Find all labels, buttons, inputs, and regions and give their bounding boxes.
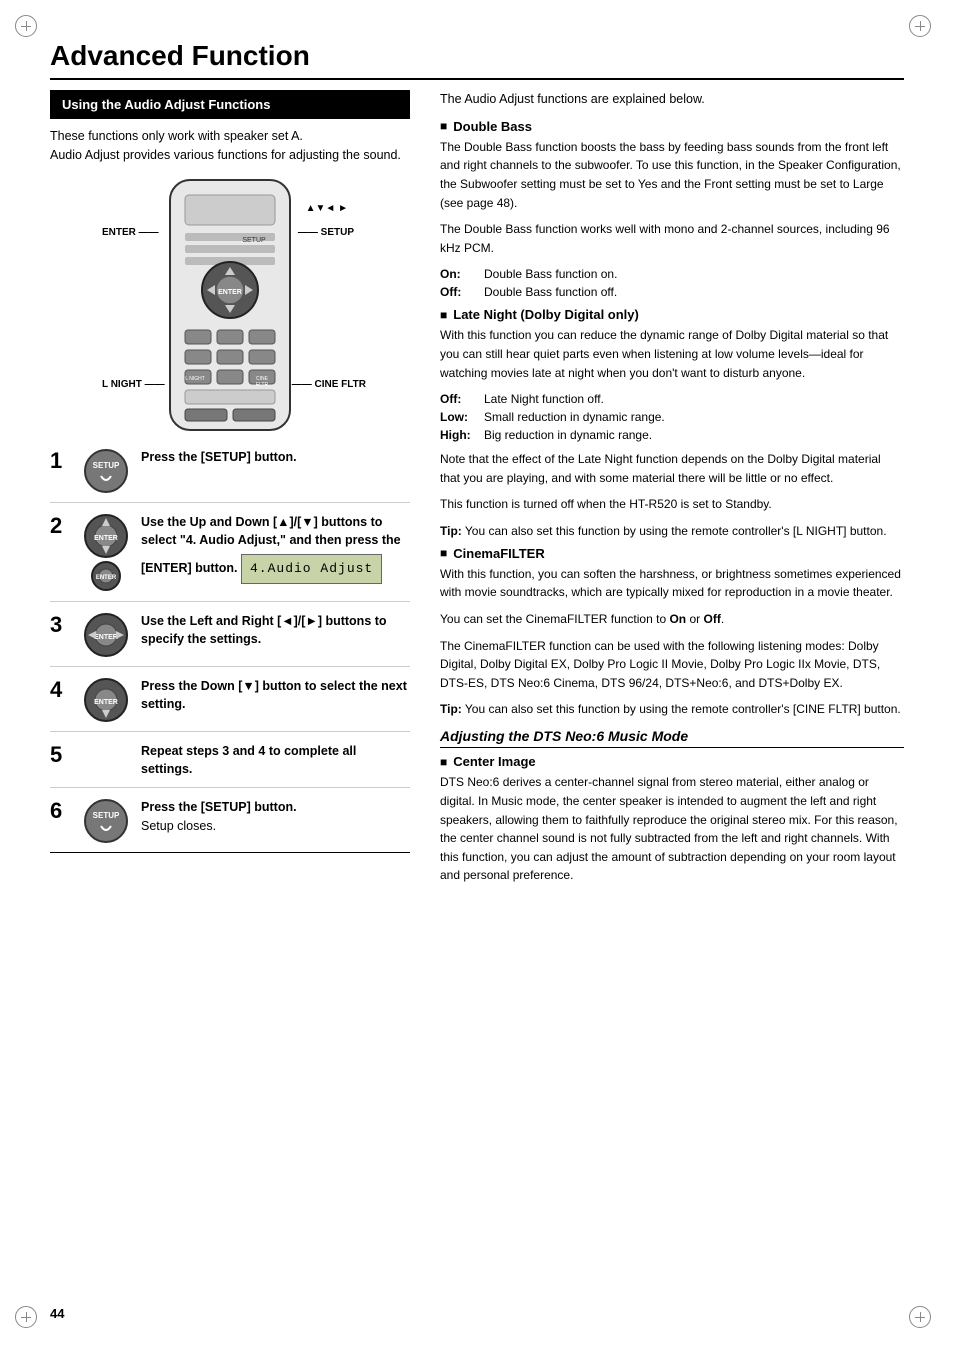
svg-text:ENTER: ENTER xyxy=(94,634,118,641)
step-6-number: 6 xyxy=(50,800,72,822)
subsection-text-double-bass-1: The Double Bass function boosts the bass… xyxy=(440,138,904,212)
step-3-icon: ENTER xyxy=(78,612,133,658)
step-1-text: Press the [SETUP] button. xyxy=(141,448,410,467)
main-content: Using the Audio Adjust Functions These f… xyxy=(50,90,904,893)
step-3-text: Use the Left and Right [◄]/[►] buttons t… xyxy=(141,612,410,650)
def-term-ln-low: Low: xyxy=(440,408,478,426)
tip-cinemafilter: Tip: You can also set this function by u… xyxy=(440,700,904,718)
step-6: 6 SETUP Press the [SETUP] button. Setup … xyxy=(50,798,410,853)
subsection-text-late-night-2: Note that the effect of the Late Night f… xyxy=(440,450,904,487)
corner-mark-bl xyxy=(15,1306,45,1336)
subsection-title-double-bass: Double Bass xyxy=(440,119,904,134)
subsection-text-late-night-1: With this function you can reduce the dy… xyxy=(440,326,904,382)
remote-svg: ENTER xyxy=(150,175,310,435)
subsection-text-cinema-3: The CinemaFILTER function can be used wi… xyxy=(440,637,904,693)
steps-list: 1 SETUP Press the [SETUP] button. 2 xyxy=(50,448,410,854)
def-def-ln-low: Small reduction in dynamic range. xyxy=(484,408,665,426)
def-def-ln-off: Late Night function off. xyxy=(484,390,604,408)
def-term-off: Off: xyxy=(440,283,478,301)
svg-text:L NIGHT: L NIGHT xyxy=(185,376,205,382)
step-2-icon: ENTER ENTER xyxy=(78,513,133,593)
remote-label-cinefltr: —— CINE FLTR xyxy=(292,379,366,390)
step-4-icon: ENTER xyxy=(78,677,133,723)
def-term-on: On: xyxy=(440,265,478,283)
corner-mark-tr xyxy=(909,15,939,45)
step-3: 3 ENTER Use the Left and Right [◄]/[►] b… xyxy=(50,612,410,667)
subsection-text-double-bass-2: The Double Bass function works well with… xyxy=(440,220,904,257)
def-row-ln-low: Low: Small reduction in dynamic range. xyxy=(440,408,904,426)
page-number: 44 xyxy=(50,1306,64,1321)
step-1: 1 SETUP Press the [SETUP] button. xyxy=(50,448,410,503)
svg-text:ENTER: ENTER xyxy=(218,289,242,296)
step-5-text: Repeat steps 3 and 4 to complete all set… xyxy=(141,742,410,780)
right-column: The Audio Adjust functions are explained… xyxy=(440,90,904,893)
lcd-display: 4.Audio Adjust xyxy=(241,554,382,584)
subsection-title-late-night: Late Night (Dolby Digital only) xyxy=(440,307,904,322)
def-def-on: Double Bass function on. xyxy=(484,265,617,283)
remote-image-wrap: ENTER xyxy=(150,175,310,438)
subsection-title-center-image: Center Image xyxy=(440,754,904,769)
remote-label-arrows: ▲▼◄ ► xyxy=(306,203,348,214)
subsection-text-late-night-3: This function is turned off when the HT-… xyxy=(440,495,904,514)
def-term-ln-high: High: xyxy=(440,426,478,444)
step-1-number: 1 xyxy=(50,450,72,472)
svg-text:SETUP: SETUP xyxy=(242,237,266,244)
def-term-ln-off: Off: xyxy=(440,390,478,408)
svg-text:SETUP: SETUP xyxy=(92,461,119,470)
step-2-text: Use the Up and Down [▲]/[▼] buttons to s… xyxy=(141,513,410,584)
svg-text:SETUP: SETUP xyxy=(92,811,119,820)
svg-text:ENTER: ENTER xyxy=(95,575,116,581)
subsection-text-cinema-1: With this function, you can soften the h… xyxy=(440,565,904,602)
section-box-title: Using the Audio Adjust Functions xyxy=(50,90,410,119)
def-list-late-night: Off: Late Night function off. Low: Small… xyxy=(440,390,904,444)
step-5: 5 Repeat steps 3 and 4 to complete all s… xyxy=(50,742,410,789)
def-list-double-bass: On: Double Bass function on. Off: Double… xyxy=(440,265,904,301)
remote-label-setup: —— SETUP xyxy=(298,227,354,238)
page-title: Advanced Function xyxy=(50,40,904,80)
subsection-title-cinemafilter: CinemaFILTER xyxy=(440,546,904,561)
def-def-off: Double Bass function off. xyxy=(484,283,617,301)
step-4-text: Press the Down [▼] button to select the … xyxy=(141,677,410,715)
svg-text:ENTER: ENTER xyxy=(94,699,118,706)
tip-late-night: Tip: You can also set this function by u… xyxy=(440,522,904,540)
subsection-text-center-image: DTS Neo:6 derives a center-channel signa… xyxy=(440,773,904,885)
def-def-ln-high: Big reduction in dynamic range. xyxy=(484,426,652,444)
step-6-text: Press the [SETUP] button. Setup closes. xyxy=(141,798,410,836)
def-row-ln-high: High: Big reduction in dynamic range. xyxy=(440,426,904,444)
step-5-number: 5 xyxy=(50,744,72,766)
left-column: Using the Audio Adjust Functions These f… xyxy=(50,90,410,893)
step-4-number: 4 xyxy=(50,679,72,701)
remote-label-enter: ENTER —— xyxy=(102,227,159,238)
remote-label-lnight: L NIGHT —— xyxy=(102,379,165,390)
def-row-on: On: Double Bass function on. xyxy=(440,265,904,283)
step-6-icon: SETUP xyxy=(78,798,133,844)
step-1-icon: SETUP xyxy=(78,448,133,494)
right-intro: The Audio Adjust functions are explained… xyxy=(440,90,904,109)
intro-line-1: These functions only work with speaker s… xyxy=(50,127,410,165)
italic-section-title: Adjusting the DTS Neo:6 Music Mode xyxy=(440,728,904,748)
svg-text:FLTR: FLTR xyxy=(256,382,269,388)
def-row-ln-off: Off: Late Night function off. xyxy=(440,390,904,408)
svg-text:ENTER: ENTER xyxy=(94,535,118,542)
remote-diagram: ENTER xyxy=(50,175,410,438)
step-3-number: 3 xyxy=(50,614,72,636)
step-4: 4 ENTER Press the Down [▼] button to sel… xyxy=(50,677,410,732)
page: Advanced Function Using the Audio Adjust… xyxy=(0,0,954,1351)
corner-mark-br xyxy=(909,1306,939,1336)
corner-mark-tl xyxy=(15,15,45,45)
subsection-text-cinema-2: You can set the CinemaFILTER function to… xyxy=(440,610,904,629)
def-row-off: Off: Double Bass function off. xyxy=(440,283,904,301)
step-2: 2 ENTER ENTER xyxy=(50,513,410,602)
step-2-number: 2 xyxy=(50,515,72,537)
